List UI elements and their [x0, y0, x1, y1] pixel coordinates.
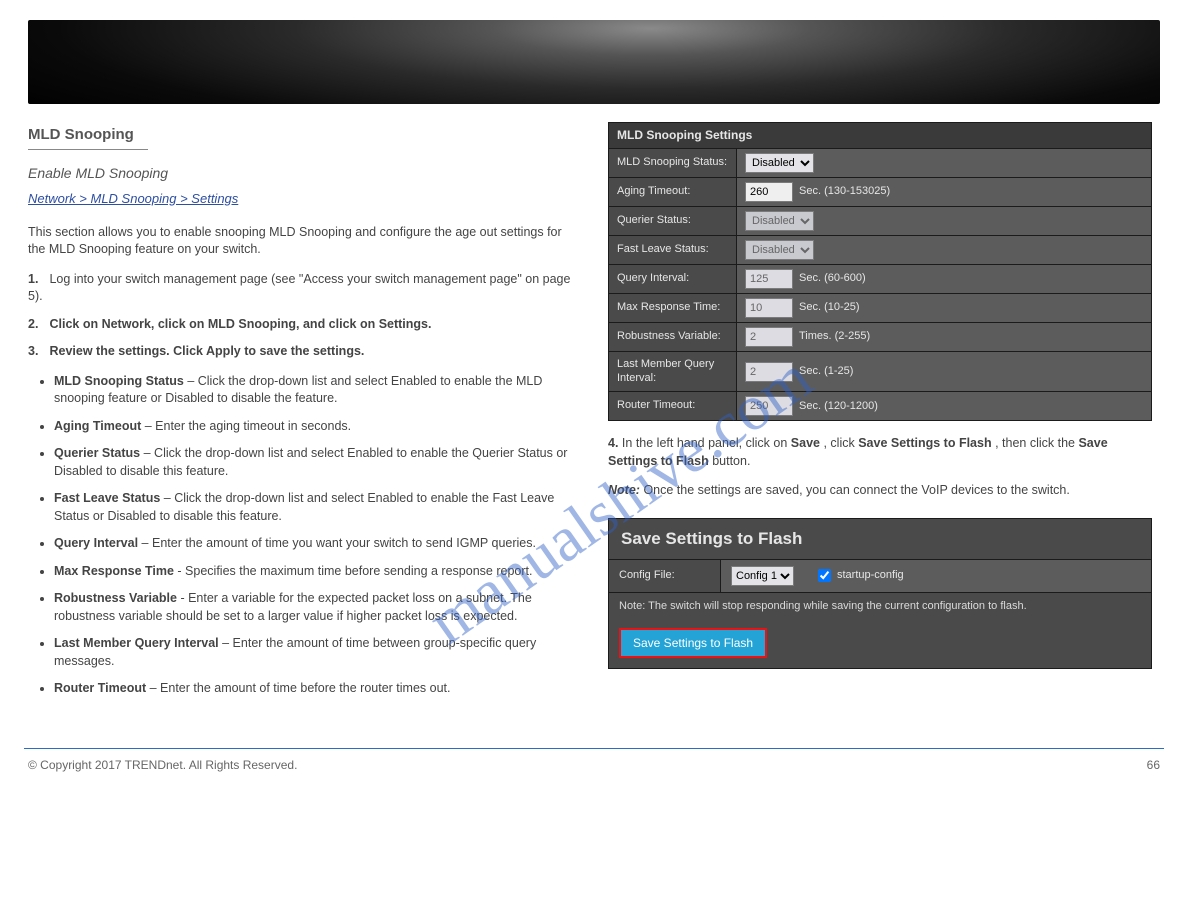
left-column: MLD Snooping Enable MLD Snooping Network… [28, 122, 588, 708]
mld-router-hint: Sec. (120-1200) [799, 399, 878, 414]
bullet-status: MLD Snooping Status – Click the drop-dow… [54, 373, 580, 408]
mld-maxresp-hint: Sec. (10-25) [799, 300, 860, 315]
startup-config-label: startup-config [837, 568, 904, 583]
bullet-maxresp-label: Max Response Time [54, 564, 174, 578]
bullet-queryint-desc: – Enter the amount of time you want your… [138, 536, 536, 550]
step-4-pre: In the left hand panel, click on [622, 436, 791, 450]
mld-router-label: Router Timeout: [609, 392, 737, 420]
bullet-maxresp: Max Response Time - Specifies the maximu… [54, 563, 580, 581]
bullet-maxresp-desc: - Specifies the maximum time before send… [174, 564, 533, 578]
save-flash-note: Note: The switch will stop responding wh… [609, 593, 1151, 620]
mld-maxresp-input[interactable] [745, 298, 793, 318]
description-paragraph: This section allows you to enable snoopi… [28, 224, 580, 259]
note-label: Note: [608, 483, 640, 497]
bullet-aging-label: Aging Timeout [54, 419, 141, 433]
mld-robust-hint: Times. (2-255) [799, 329, 870, 344]
step-1-number: 1. [28, 271, 46, 289]
step-1: 1. Log into your switch management page … [28, 271, 580, 306]
bullet-querier-label: Querier Status [54, 446, 140, 460]
mld-queryint-input[interactable] [745, 269, 793, 289]
bullet-queryint: Query Interval – Enter the amount of tim… [54, 535, 580, 553]
mld-fastleave-label: Fast Leave Status: [609, 236, 737, 264]
bullet-list: MLD Snooping Status – Click the drop-dow… [54, 373, 580, 698]
bullet-querier: Querier Status – Click the drop-down lis… [54, 445, 580, 480]
bullet-fastleave: Fast Leave Status – Click the drop-down … [54, 490, 580, 525]
subhead: Enable MLD Snooping [28, 164, 580, 184]
step-4-number: 4. [608, 436, 618, 450]
mld-router-input[interactable] [745, 396, 793, 416]
step-4-b2: Save Settings to Flash [858, 436, 991, 450]
step-1-text: Log into your switch management page (se… [28, 272, 570, 304]
mld-querier-label: Querier Status: [609, 207, 737, 235]
step-3-number: 3. [28, 343, 46, 361]
bullet-fastleave-label: Fast Leave Status [54, 491, 160, 505]
step-4-mid2: , then click the [995, 436, 1078, 450]
mld-lastmem-hint: Sec. (1-25) [799, 364, 853, 379]
mld-settings-title: MLD Snooping Settings [609, 123, 1151, 149]
header-banner [28, 20, 1160, 104]
step-2-number: 2. [28, 316, 46, 334]
bullet-router-label: Router Timeout [54, 681, 146, 695]
startup-config-checkbox[interactable] [818, 569, 831, 582]
bullet-status-label: MLD Snooping Status [54, 374, 184, 388]
mld-fastleave-select[interactable]: Disabled [745, 240, 814, 260]
mld-aging-hint: Sec. (130-153025) [799, 184, 890, 199]
mld-status-label: MLD Snooping Status: [609, 149, 737, 177]
note-text: Once the settings are saved, you can con… [643, 483, 1069, 497]
mld-status-select[interactable]: Disabled [745, 153, 814, 173]
configfile-select[interactable]: Config 1 [731, 566, 794, 586]
mld-aging-input[interactable] [745, 182, 793, 202]
mld-maxresp-label: Max Response Time: [609, 294, 737, 322]
bullet-robust-label: Robustness Variable [54, 591, 177, 605]
footer: © Copyright 2017 TRENDnet. All Rights Re… [24, 748, 1164, 792]
step-2-text: Click on Network, click on MLD Snooping,… [49, 317, 431, 331]
bullet-lastmem: Last Member Query Interval – Enter the a… [54, 635, 580, 670]
mld-aging-label: Aging Timeout: [609, 178, 737, 206]
bullet-queryint-label: Query Interval [54, 536, 138, 550]
configfile-label: Config File: [609, 560, 721, 592]
footer-pagenum: 66 [1147, 757, 1160, 774]
mld-querier-select[interactable]: Disabled [745, 211, 814, 231]
bullet-router: Router Timeout – Enter the amount of tim… [54, 680, 580, 698]
step-4-post: button. [712, 454, 750, 468]
save-flash-title: Save Settings to Flash [609, 519, 1151, 560]
mld-lastmem-input[interactable] [745, 362, 793, 382]
step-4-b1: Save [791, 436, 820, 450]
mld-lastmem-label: Last Member Query Interval: [609, 352, 737, 392]
bullet-robust: Robustness Variable - Enter a variable f… [54, 590, 580, 625]
mld-queryint-label: Query Interval: [609, 265, 737, 293]
nav-path-link[interactable]: Network > MLD Snooping > Settings [28, 190, 580, 208]
bullet-aging-desc: – Enter the aging timeout in seconds. [141, 419, 351, 433]
step-2: 2. Click on Network, click on MLD Snoopi… [28, 316, 580, 334]
step-4: 4. In the left hand panel, click on Save… [608, 435, 1152, 470]
section-title: MLD Snooping [28, 122, 148, 150]
step-3: 3. Review the settings. Click Apply to s… [28, 343, 580, 361]
bullet-aging: Aging Timeout – Enter the aging timeout … [54, 418, 580, 436]
bullet-router-desc: – Enter the amount of time before the ro… [146, 681, 450, 695]
footer-copyright: © Copyright 2017 TRENDnet. All Rights Re… [28, 757, 297, 774]
step-3-text: Review the settings. Click Apply to save… [49, 344, 364, 358]
save-settings-button[interactable]: Save Settings to Flash [619, 628, 767, 658]
mld-queryint-hint: Sec. (60-600) [799, 271, 866, 286]
mld-settings-panel: MLD Snooping Settings MLD Snooping Statu… [608, 122, 1152, 421]
save-flash-panel: Save Settings to Flash Config File: Conf… [608, 518, 1152, 669]
mld-robust-label: Robustness Variable: [609, 323, 737, 351]
note-paragraph: Note: Once the settings are saved, you c… [608, 482, 1152, 500]
right-column: MLD Snooping Settings MLD Snooping Statu… [608, 122, 1152, 708]
bullet-lastmem-label: Last Member Query Interval [54, 636, 219, 650]
mld-robust-input[interactable] [745, 327, 793, 347]
step-4-mid1: , click [823, 436, 858, 450]
